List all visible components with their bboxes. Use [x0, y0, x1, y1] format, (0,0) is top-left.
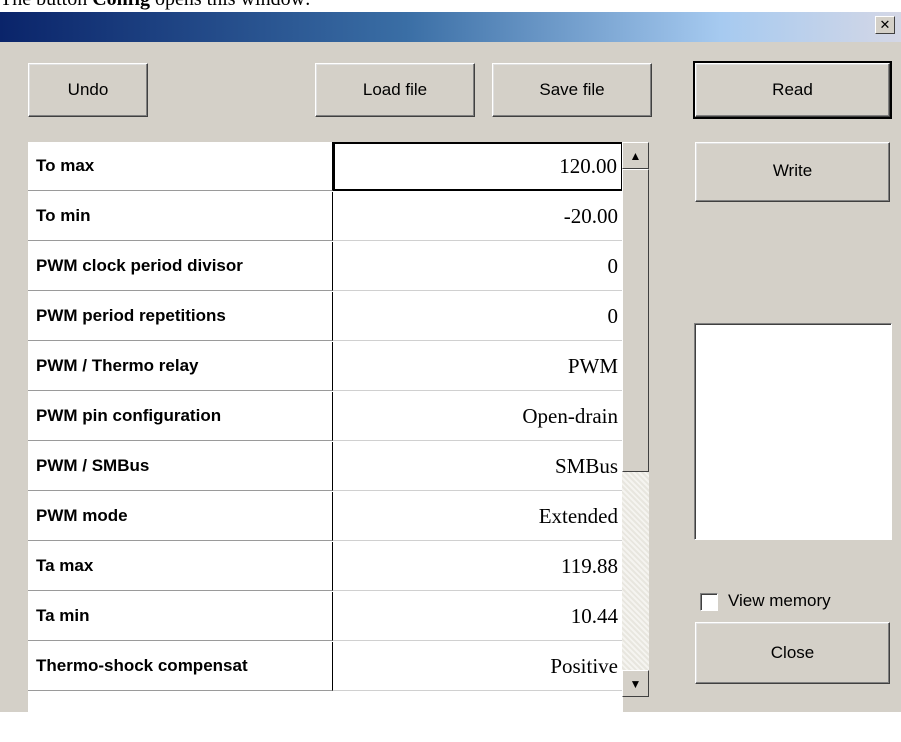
parameter-value-cell[interactable]: SMBus	[333, 442, 623, 491]
parameter-name-cell: PWM pin configuration	[28, 392, 333, 441]
table-row[interactable]: Ta max 119.88	[28, 542, 623, 591]
grid-scrollbar[interactable]: ▲ ▼	[622, 142, 649, 697]
parameter-value-cell[interactable]: PWM	[333, 342, 623, 391]
caption-prefix: The button	[0, 0, 92, 10]
table-row[interactable]: PWM / SMBus SMBus	[28, 442, 623, 491]
parameter-name-cell: Ta max	[28, 542, 333, 591]
table-row[interactable]: PWM period repetitions 0	[28, 292, 623, 341]
view-memory-label: View memory	[728, 591, 831, 610]
save-file-button[interactable]: Save file	[492, 63, 652, 117]
parameter-name-cell: PWM clock period divisor	[28, 242, 333, 291]
config-window: ✕ Undo Load file Save file Read Write To…	[0, 12, 901, 742]
parameter-name-cell: PWM / SMBus	[28, 442, 333, 491]
table-row[interactable]: To min -20.00	[28, 192, 623, 241]
parameter-name-cell: PWM / Thermo relay	[28, 342, 333, 391]
page-caption: The button Config opens this window:	[0, 0, 901, 12]
caption-bold: Config	[92, 0, 150, 10]
parameter-value-cell[interactable]: Extended	[333, 492, 623, 541]
parameter-value-cell[interactable]: 120.00	[333, 142, 623, 191]
parameter-name-cell: To max	[28, 142, 333, 191]
parameter-value-cell[interactable]: Open-drain	[333, 392, 623, 441]
table-row[interactable]: PWM / Thermo relay PWM	[28, 342, 623, 391]
parameter-name-cell: Thermo-shock compensat	[28, 642, 333, 691]
parameter-value-cell[interactable]: 0	[333, 242, 623, 291]
parameter-value-cell[interactable]: 0	[333, 292, 623, 341]
table-row[interactable]: PWM pin configuration Open-drain	[28, 392, 623, 441]
parameter-name-cell: PWM period repetitions	[28, 292, 333, 341]
table-row[interactable]: Thermo-shock compensat Positive	[28, 642, 623, 691]
scroll-down-icon[interactable]: ▼	[622, 670, 649, 697]
config-grid: To max 120.00 To min -20.00 PWM clock period…	[28, 142, 623, 742]
load-file-button[interactable]: Load file	[315, 63, 475, 117]
parameter-value-cell[interactable]: 10.44	[333, 592, 623, 641]
title-bar: ✕	[0, 12, 901, 42]
parameter-value-cell[interactable]: Positive	[333, 642, 623, 691]
parameter-name-cell: Ta min	[28, 592, 333, 641]
write-button[interactable]: Write	[695, 142, 890, 202]
parameter-name-cell: To min	[28, 192, 333, 241]
scroll-up-icon[interactable]: ▲	[622, 142, 649, 169]
table-row[interactable]: Ta min 10.44	[28, 592, 623, 641]
scrollbar-thumb[interactable]	[622, 169, 649, 472]
parameter-name-cell: PWM mode	[28, 492, 333, 541]
parameter-value-cell[interactable]: -20.00	[333, 192, 623, 241]
parameter-value-cell[interactable]: 119.88	[333, 542, 623, 591]
read-button[interactable]: Read	[693, 61, 892, 119]
view-memory-checkbox[interactable]	[700, 593, 718, 611]
table-row[interactable]: PWM mode Extended	[28, 492, 623, 541]
table-row[interactable]: PWM clock period divisor 0	[28, 242, 623, 291]
table-row[interactable]: To max 120.00	[28, 142, 623, 191]
close-icon[interactable]: ✕	[875, 16, 895, 34]
close-button[interactable]: Close	[695, 622, 890, 684]
caption-suffix: opens this window:	[150, 0, 311, 10]
memory-listbox[interactable]	[694, 323, 892, 540]
undo-button[interactable]: Undo	[28, 63, 148, 117]
